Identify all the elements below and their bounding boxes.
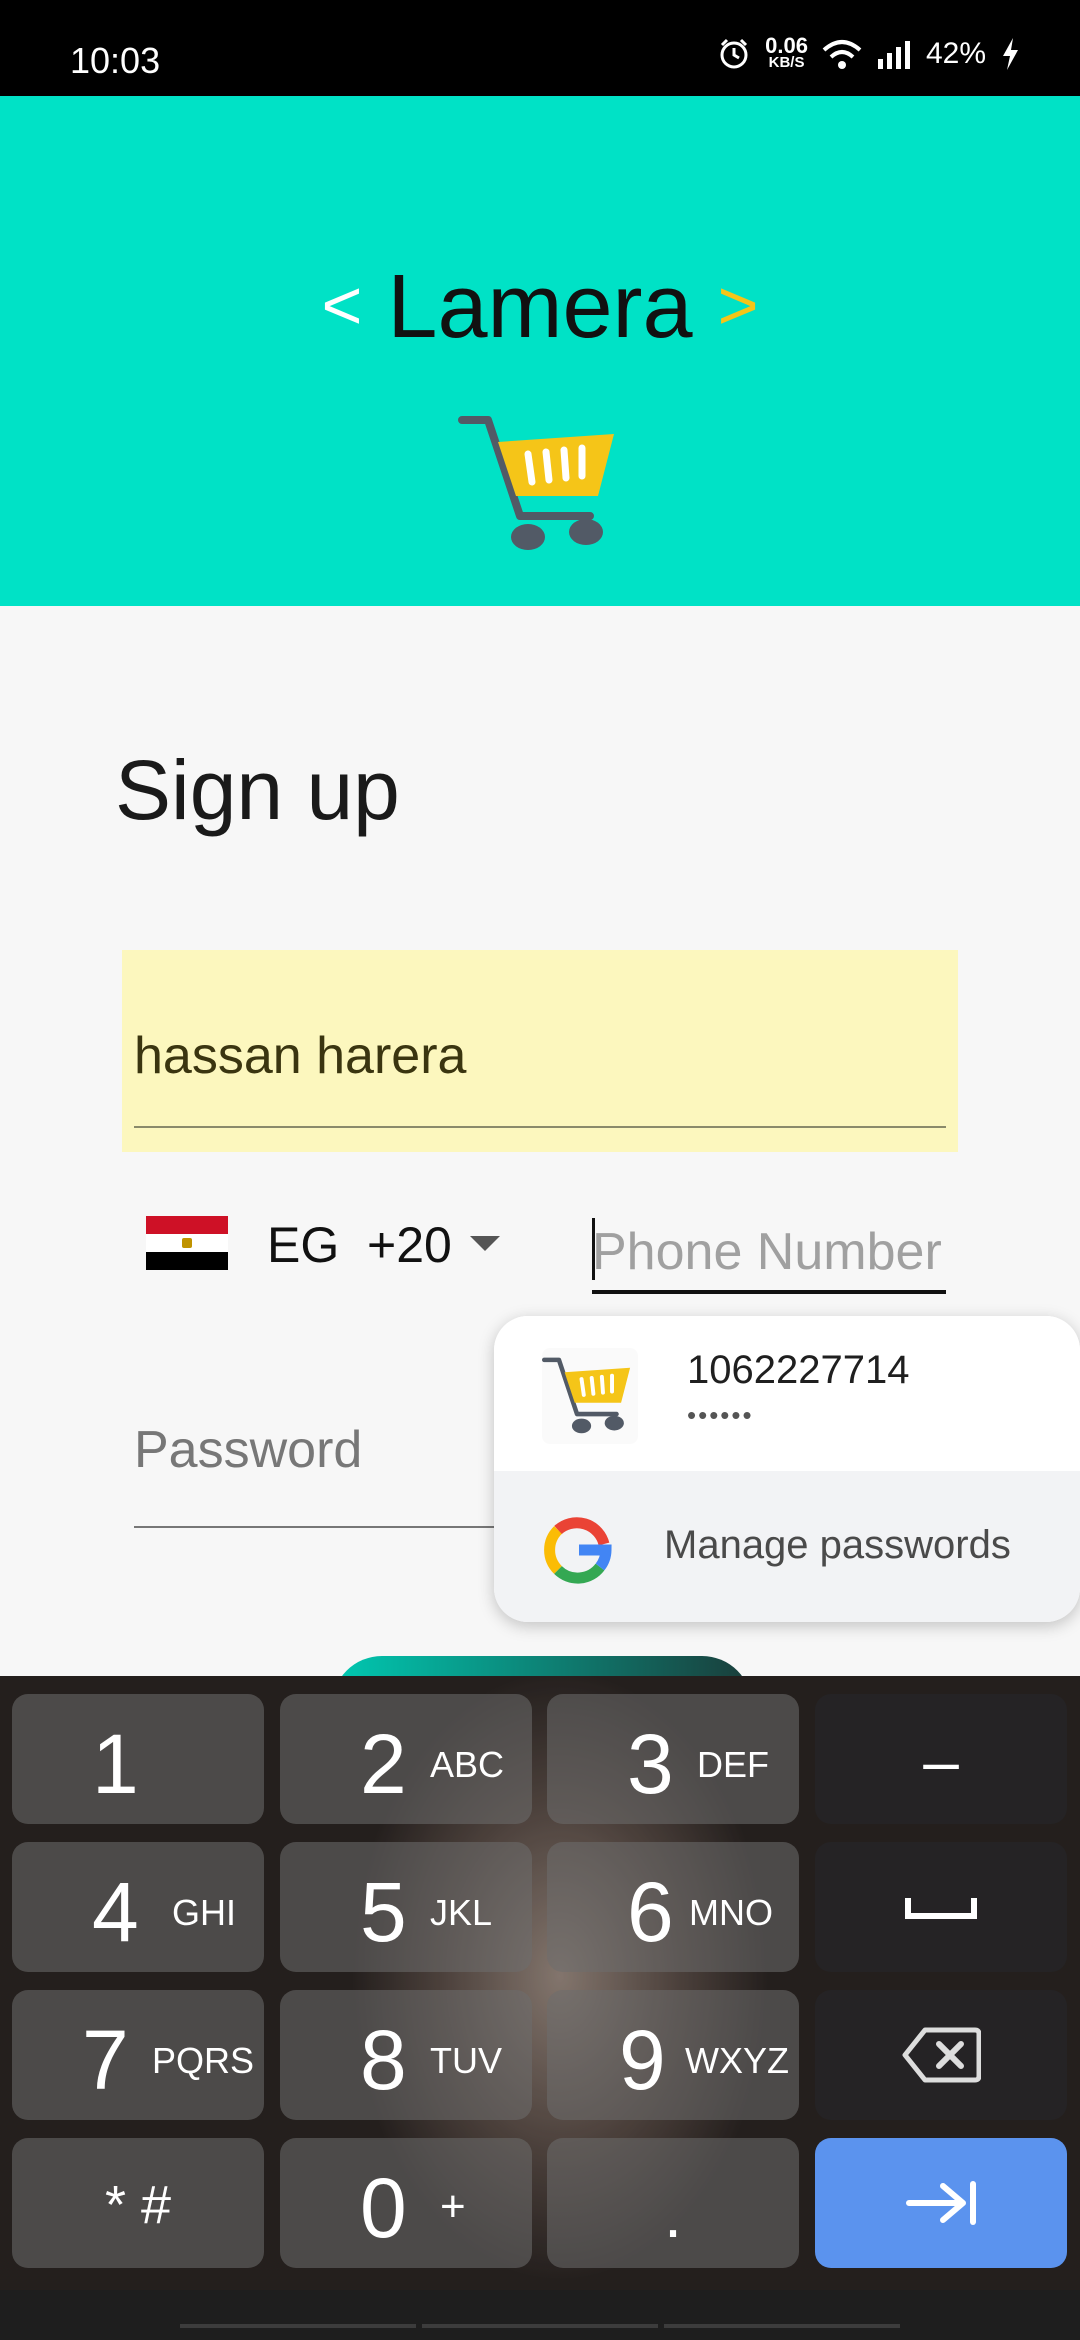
navigation-bar [0,2290,1080,2340]
key-2[interactable]: 2 ABC [280,1694,532,1824]
nav-gesture-segment [422,2324,658,2328]
network-speed: 0.06 KB/S [765,33,808,72]
tab-arrow-icon [906,2181,976,2225]
name-value[interactable]: hassan harera [134,1026,466,1086]
app-header: < Lamera > [0,96,1080,606]
status-time: 10:03 [70,40,161,81]
name-underline [134,1126,946,1128]
brand-title: < Lamera > [0,256,1080,359]
shopping-cart-icon [542,1357,631,1434]
app-name: Lamera [387,257,693,357]
key-1[interactable]: 1 [12,1694,264,1824]
next-field-button[interactable] [815,2138,1067,2268]
egypt-flag-icon[interactable] [146,1216,228,1270]
saved-password-mask: •••••• [687,1400,754,1430]
status-bar: 10:03 0.06 KB/S 42% [0,0,1080,96]
phone-underline [592,1290,946,1294]
numeric-keyboard: 1 2 ABC 3 DEF – 4 GHI 5 JKL 6 MNO 7 PQRS… [0,1676,1080,2290]
status-icons: 0.06 KB/S 42% [717,34,1020,74]
page-title: Sign up [115,743,400,837]
key-0[interactable]: 0 + [280,2138,532,2268]
key-backspace[interactable] [815,1990,1067,2120]
name-field[interactable]: hassan harera [122,950,958,1152]
nav-gesture-segment [180,2324,416,2328]
key-3[interactable]: 3 DEF [547,1694,799,1824]
saved-credential-item[interactable]: 1062227714 •••••• [494,1316,1080,1471]
bracket-right: > [717,266,759,344]
key-4[interactable]: 4 GHI [12,1842,264,1972]
country-code: EG [267,1217,340,1273]
manage-passwords-item[interactable]: Manage passwords [494,1471,1080,1622]
key-7[interactable]: 7 PQRS [12,1990,264,2120]
nav-gesture-segment [664,2324,900,2328]
phone-number-input[interactable]: Phone Number [592,1200,946,1294]
phone-placeholder: Phone Number [592,1223,942,1281]
key-9[interactable]: 9 WXYZ [547,1990,799,2120]
shopping-cart-icon [458,416,614,550]
key-5[interactable]: 5 JKL [280,1842,532,1972]
chevron-down-icon[interactable] [470,1236,500,1251]
key-minus[interactable]: – [815,1694,1067,1824]
google-icon [544,1517,612,1584]
saved-username: 1062227714 [687,1348,910,1392]
manage-passwords-label: Manage passwords [664,1523,1011,1567]
password-underline [134,1526,534,1528]
password-input[interactable]: Password [134,1410,534,1528]
bracket-left: < [321,266,363,344]
key-star-hash[interactable]: * # [12,2138,264,2268]
backspace-icon [902,2027,981,2083]
wifi-icon [822,40,862,69]
battery-percent: 42% [925,37,986,70]
text-cursor [592,1218,595,1280]
key-space[interactable] [815,1842,1067,1972]
charging-icon [1003,38,1018,70]
alarm-icon [720,38,748,69]
key-6[interactable]: 6 MNO [547,1842,799,1972]
country-code-selector[interactable]: EG +20 [267,1216,452,1274]
app-icon [542,1348,638,1444]
dial-code: +20 [367,1217,452,1273]
signal-icon [877,41,910,69]
autofill-popup: 1062227714 •••••• Manage passwords [494,1316,1080,1622]
minus-icon: – [923,1725,959,1797]
password-placeholder: Password [134,1421,363,1479]
space-icon [905,1898,977,1919]
key-period[interactable]: . [547,2138,799,2268]
key-8[interactable]: 8 TUV [280,1990,532,2120]
